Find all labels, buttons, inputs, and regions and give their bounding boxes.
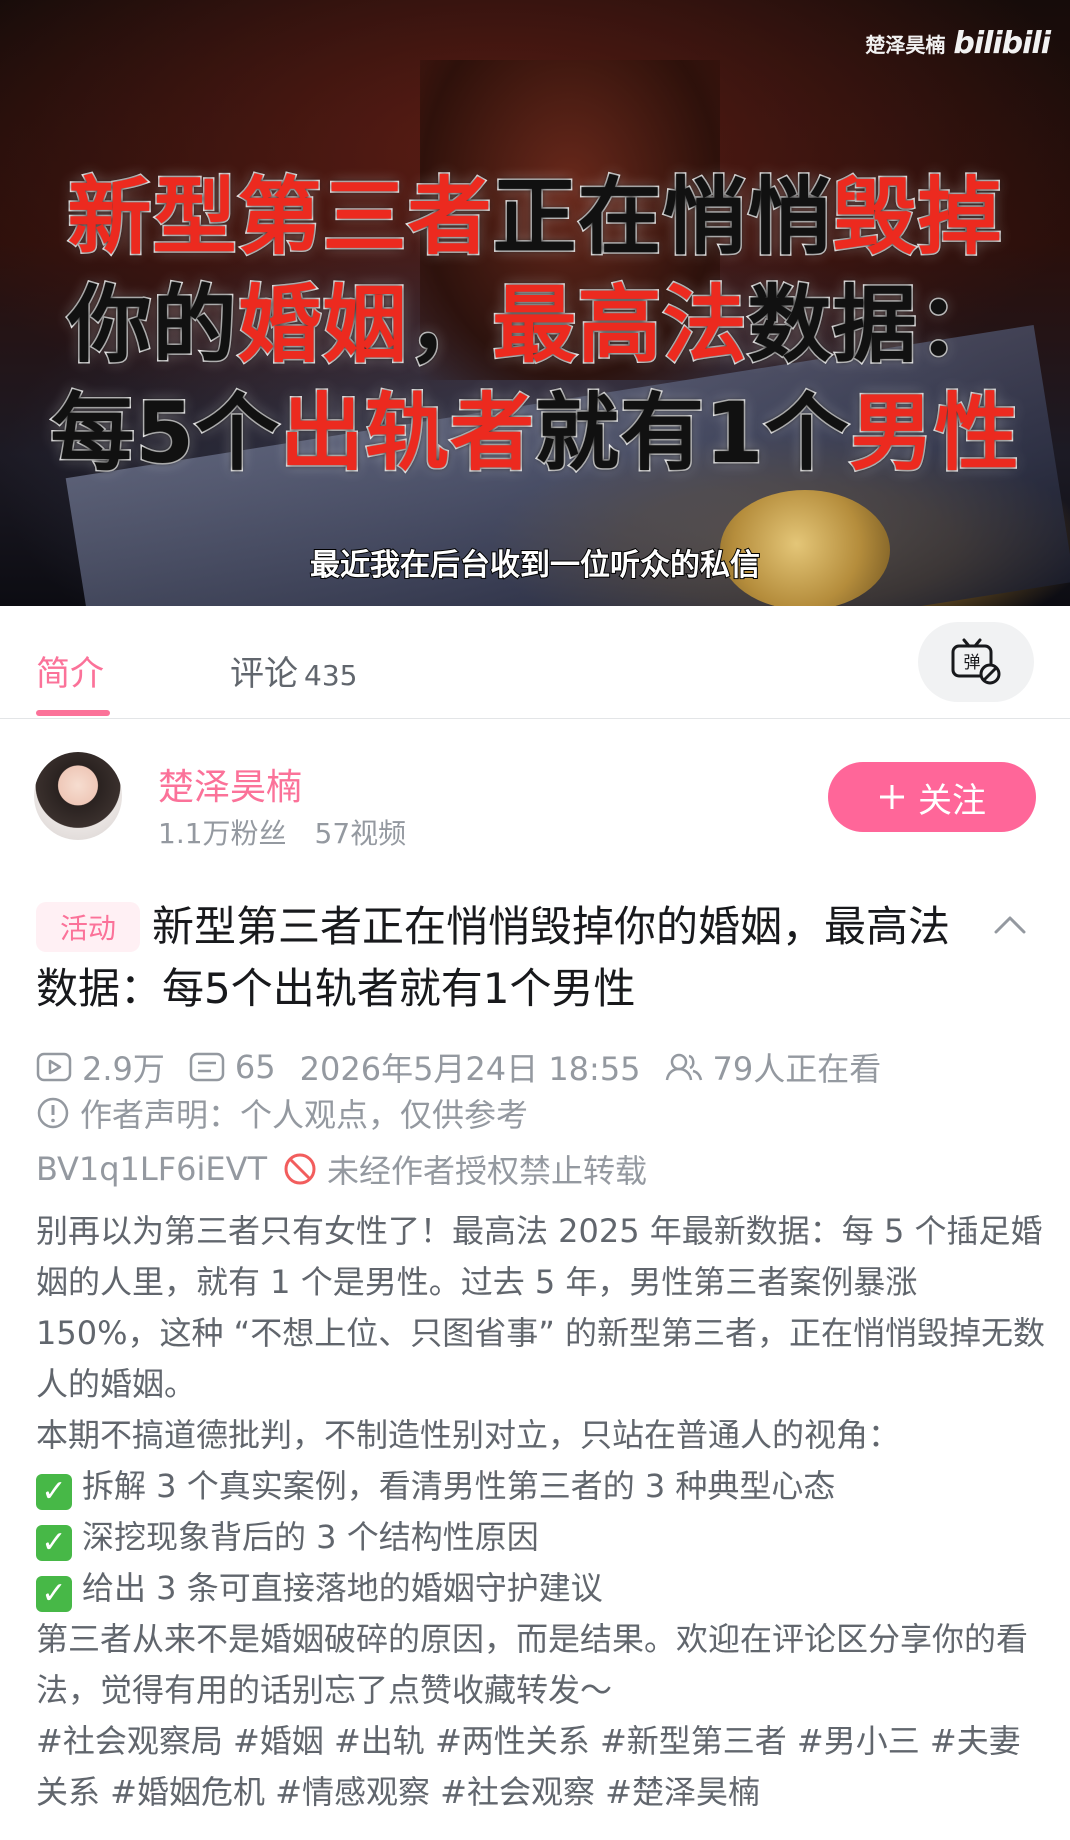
- cover-text: 每5个: [49, 383, 280, 484]
- watermark-author: 楚泽昊楠: [865, 33, 946, 57]
- cover-text: 最高法: [491, 275, 748, 376]
- copyright-notice: 未经作者授权禁止转载: [327, 1152, 648, 1190]
- no-repost-icon: [283, 1152, 317, 1186]
- danmaku-toggle-icon: 弹: [951, 638, 1001, 685]
- follow-button[interactable]: 关注: [828, 762, 1036, 832]
- bullet-text: 拆解 3 个真实案例，看清男性第三者的 3 种典型心态: [82, 1467, 836, 1505]
- uploader-stats: 1.1万粉丝 57视频: [158, 812, 406, 852]
- bilibili-logo: bilibili: [953, 26, 1051, 61]
- tab-active-indicator: [36, 710, 110, 716]
- video-watermark: 楚泽昊楠 bilibili: [865, 26, 1051, 61]
- uploader-fans: 1.1万粉丝: [158, 817, 287, 850]
- cover-text: 你的: [66, 275, 238, 376]
- watching-users-icon: [665, 1051, 703, 1083]
- play-count-icon: [36, 1051, 72, 1083]
- copyright-row: BV1q1LF6iEVT 未经作者授权禁止转载: [36, 1146, 647, 1192]
- cover-text: 出轨者: [278, 383, 535, 484]
- danmaku-count: 65: [234, 1048, 276, 1086]
- cover-text: ，: [406, 275, 493, 376]
- description-paragraph: 第三者从来不是婚姻破碎的原因，而是结果。欢迎在评论区分享你的看法，觉得有用的话别…: [36, 1620, 1029, 1709]
- cover-text: 就有1个: [533, 383, 850, 484]
- cover-text: 新型第三者: [66, 167, 493, 268]
- cover-title-line-3: 每5个出轨者就有1个男性: [0, 366, 1070, 487]
- video-subtitle: 最近我在后台收到一位听众的私信: [309, 547, 761, 584]
- info-icon: [36, 1096, 70, 1130]
- description-paragraph: 本期不搞道德批判，不制造性别对立，只站在普通人的视角：: [36, 1416, 901, 1454]
- video-description: 别再以为第三者只有女性了！最高法 2025 年最新数据：每 5 个插足婚姻的人里…: [36, 1206, 1046, 1818]
- uploader-avatar[interactable]: [34, 752, 122, 840]
- danmaku-toggle-button[interactable]: 弹: [918, 622, 1034, 702]
- author-statement-row: 作者声明：个人观点，仅供参考: [36, 1090, 528, 1136]
- tab-intro[interactable]: 简介: [36, 646, 104, 695]
- svg-text:弹: 弹: [964, 653, 981, 673]
- danmaku-count-icon: [189, 1051, 225, 1083]
- cover-title-line-2: 你的婚姻，最高法数据：: [0, 258, 1070, 379]
- tab-bar: 简介 评论 435 弹: [0, 606, 1070, 719]
- cover-text: 男性: [848, 383, 1020, 484]
- description-bullet: ✓ 深挖现象背后的 3 个结构性原因: [36, 1512, 1046, 1563]
- uploader-videos: 57视频: [314, 817, 407, 850]
- tab-comments-label: 评论: [230, 654, 298, 694]
- comments-count: 435: [304, 659, 358, 692]
- bvid[interactable]: BV1q1LF6iEVT: [36, 1150, 267, 1188]
- video-player[interactable]: 楚泽昊楠 bilibili 新型第三者正在悄悄毁掉 你的婚姻，最高法数据： 每5…: [0, 0, 1070, 606]
- watching-count: 79人正在看: [712, 1050, 882, 1088]
- video-stats-row: 2.9万 65 2026年5月24日 18:55 79人正在看: [36, 1044, 881, 1090]
- video-title: 新型第三者正在悄悄毁掉你的婚姻，最高法数据：每5个出轨者就有1个男性: [36, 902, 951, 1013]
- cover-text: 数据：: [746, 275, 1003, 376]
- view-count: 2.9万: [82, 1050, 165, 1088]
- cover-text: 毁掉: [831, 167, 1003, 268]
- tab-comments[interactable]: 评论 435: [230, 646, 357, 695]
- chevron-up-icon[interactable]: [990, 904, 1030, 944]
- check-mark-icon: ✓: [36, 1474, 72, 1510]
- plus-icon: [880, 785, 904, 809]
- publish-date: 2026年5月24日 18:55: [299, 1050, 641, 1088]
- description-bullet: ✓ 给出 3 条可直接落地的婚姻守护建议: [36, 1563, 1046, 1614]
- check-mark-icon: ✓: [36, 1576, 72, 1612]
- description-bullet: ✓ 拆解 3 个真实案例，看清男性第三者的 3 种典型心态: [36, 1461, 1046, 1512]
- bullet-text: 给出 3 条可直接落地的婚姻守护建议: [82, 1569, 603, 1607]
- uploader-name[interactable]: 楚泽昊楠: [158, 758, 302, 810]
- check-mark-icon: ✓: [36, 1525, 72, 1561]
- author-statement: 作者声明：个人观点，仅供参考: [80, 1096, 529, 1134]
- hashtags[interactable]: #社会观察局 #婚姻 #出轨 #两性关系 #新型第三者 #男小三 #夫妻关系 #…: [36, 1716, 1046, 1818]
- cover-text: 婚姻: [236, 275, 408, 376]
- description-paragraph: 别再以为第三者只有女性了！最高法 2025 年最新数据：每 5 个插足婚姻的人里…: [36, 1212, 1045, 1403]
- cover-title-line-1: 新型第三者正在悄悄毁掉: [0, 150, 1070, 271]
- follow-label: 关注: [918, 780, 986, 821]
- bullet-text: 深挖现象背后的 3 个结构性原因: [82, 1518, 539, 1556]
- cover-text: 正在悄悄: [491, 167, 833, 268]
